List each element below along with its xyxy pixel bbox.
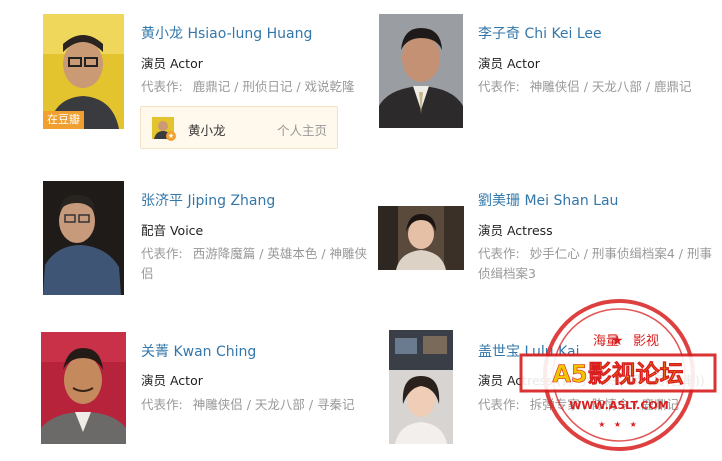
celebrity-photo-5[interactable] [41,332,126,444]
celebrity-role-6: 演员 Actress (饰 小丫头 | 保安员(客串)) [478,373,705,388]
celebrity-name-1[interactable]: 黄小龙 Hsiao-lung Huang [141,23,312,43]
works-list: 神雕侠侣 / 天龙八部 / 鹿鼎记 [529,79,692,94]
celebrity-works-5: 代表作: 神雕侠侣 / 天龙八部 / 寻秦记 [141,395,379,415]
celebrity-role-5: 演员 Actor [141,373,203,388]
celebrity-role-2: 演员 Actor [478,56,540,71]
stamp-stars: ★ ★ ★ [598,420,640,429]
celebrity-name-6[interactable]: 盖世宝 Lulu Kai [478,341,580,361]
works-list: 神雕侠侣 / 天龙八部 / 寻秦记 [192,397,355,412]
works-label: 代表作: [141,79,183,94]
celebrity-photo-1[interactable]: 在豆瓣 [43,14,124,129]
celebrity-role-3: 配音 Voice [141,223,204,238]
works-label: 代表作: [478,246,520,261]
celebrity-role-4: 演员 Actress [478,223,553,238]
works-label: 代表作: [141,397,183,412]
celebrity-works-2: 代表作: 神雕侠侣 / 天龙八部 / 鹿鼎记 [478,77,713,97]
celebrity-name-2[interactable]: 李子奇 Chi Kei Lee [478,23,602,43]
works-label: 代表作: [478,79,520,94]
celebrity-name-5[interactable]: 关菁 Kwan Ching [141,341,256,361]
celebrity-photo-6[interactable] [389,330,453,444]
works-label: 代表作: [478,397,520,412]
celebrity-works-3: 代表作: 西游降魔篇 / 英雄本色 / 神雕侠侣 [141,244,379,284]
celebrity-photo-4[interactable] [378,206,464,270]
stamp-text-right: 影视 [633,334,659,349]
stamp-text-left: 海量 [593,334,619,349]
celebrity-works-4: 代表作: 妙手仁心 / 刑事侦缉档案4 / 刑事侦缉档案3 [478,244,714,284]
personal-home-link[interactable]: 个人主页 [277,120,327,139]
celebrity-name-3[interactable]: 张济平 Jiping Zhang [141,190,275,210]
celebrity-name-4[interactable]: 劉美珊 Mei Shan Lau [478,190,618,210]
celebrity-role-1: 演员 Actor [141,56,203,71]
personal-home-card[interactable]: ★ 黄小龙 个人主页 [140,106,338,149]
works-label: 代表作: [141,246,183,261]
celebrity-works-6: 代表作: 拆弹专家 / 陈情令 / 鹿鼎记 [478,395,714,415]
celebrity-photo-3[interactable] [43,181,124,295]
douban-badge: 在豆瓣 [43,111,84,129]
works-list: 鹿鼎记 / 刑侦日记 / 戏说乾隆 [192,79,355,94]
star-icon: ★ [166,131,176,141]
personal-home-name: 黄小龙 [188,123,226,138]
celebrity-works-1: 代表作: 鹿鼎记 / 刑侦日记 / 戏说乾隆 [141,77,371,97]
celebrity-photo-2[interactable] [379,14,463,128]
star-icon: ★ [611,333,624,349]
works-list: 拆弹专家 / 陈情令 / 鹿鼎记 [529,397,680,412]
